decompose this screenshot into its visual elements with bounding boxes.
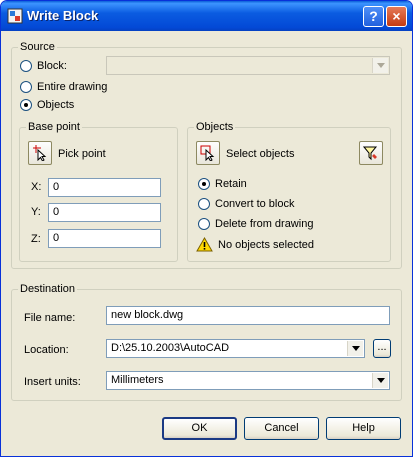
x-value: 0	[53, 181, 60, 193]
base-point-group: Base point Pick point X: 0 Y: 0 Z: 0	[19, 121, 178, 262]
objects-group: Objects Select objects Retain Convert to…	[187, 121, 391, 262]
radio-objects-circle[interactable]	[20, 99, 32, 111]
window-title: Write Block	[27, 8, 99, 23]
radio-entire-drawing[interactable]: Entire drawing	[20, 80, 140, 94]
x-input[interactable]: 0	[48, 178, 161, 197]
radio-convert-to-block-label: Convert to block	[215, 198, 295, 210]
browse-button[interactable]: ...	[373, 339, 391, 358]
destination-group: Destination File name: new block.dwg Loc…	[11, 283, 402, 401]
help-button[interactable]: Help	[326, 417, 401, 440]
pick-point-label: Pick point	[58, 148, 106, 160]
title-bar[interactable]: Write Block ? ×	[1, 1, 412, 31]
insert-units-dropdown-arrow-icon[interactable]	[372, 373, 388, 388]
source-group: Source Block: Entire drawing Objects Bas…	[11, 41, 402, 269]
quick-select-filter-icon	[363, 146, 378, 161]
z-value: 0	[53, 232, 60, 244]
help-icon[interactable]: ?	[363, 6, 384, 27]
app-icon	[7, 8, 23, 24]
insert-units-value: Millimeters	[111, 374, 164, 386]
radio-block-circle[interactable]	[20, 60, 32, 72]
location-label: Location:	[24, 344, 69, 356]
select-objects-button[interactable]	[196, 141, 220, 165]
quick-select-button[interactable]	[359, 141, 383, 165]
radio-block-label: Block:	[37, 60, 67, 72]
radio-objects[interactable]: Objects	[20, 98, 110, 112]
z-input[interactable]: 0	[48, 229, 161, 248]
radio-block[interactable]: Block:	[20, 59, 100, 73]
file-name-input[interactable]: new block.dwg	[106, 306, 390, 325]
z-label: Z:	[31, 233, 41, 245]
warning-icon	[196, 237, 213, 252]
y-label: Y:	[31, 206, 41, 218]
base-point-legend: Base point	[26, 121, 82, 133]
radio-delete-from-drawing-circle[interactable]	[198, 218, 210, 230]
cancel-button[interactable]: Cancel	[244, 417, 319, 440]
file-name-label: File name:	[24, 312, 76, 324]
select-objects-label: Select objects	[226, 148, 295, 160]
ok-button[interactable]: OK	[162, 417, 237, 440]
radio-retain[interactable]: Retain	[198, 177, 288, 191]
file-name-value: new block.dwg	[111, 309, 184, 321]
block-combo	[106, 56, 390, 75]
location-combo[interactable]: D:\25.10.2003\AutoCAD	[106, 339, 365, 358]
insert-units-combo[interactable]: Millimeters	[106, 371, 390, 390]
x-label: X:	[31, 181, 42, 193]
select-objects-icon	[200, 145, 215, 161]
objects-status: No objects selected	[218, 239, 314, 251]
block-combo-arrow-icon	[372, 58, 388, 73]
pick-point-button[interactable]	[28, 141, 52, 165]
objects-legend: Objects	[194, 121, 236, 133]
radio-retain-circle[interactable]	[198, 178, 210, 190]
source-legend: Source	[18, 41, 57, 53]
radio-delete-from-drawing[interactable]: Delete from drawing	[198, 217, 338, 231]
destination-legend: Destination	[18, 283, 78, 295]
location-dropdown-arrow-icon[interactable]	[347, 341, 363, 356]
pick-point-icon	[33, 145, 47, 161]
radio-entire-drawing-circle[interactable]	[20, 81, 32, 93]
insert-units-label: Insert units:	[24, 376, 81, 388]
close-icon[interactable]: ×	[386, 6, 407, 27]
radio-convert-to-block-circle[interactable]	[198, 198, 210, 210]
y-input[interactable]: 0	[48, 203, 161, 222]
radio-retain-label: Retain	[215, 178, 247, 190]
radio-convert-to-block[interactable]: Convert to block	[198, 197, 328, 211]
write-block-dialog: Write Block ? × Source Block: Entire dra…	[0, 0, 413, 457]
location-value: D:\25.10.2003\AutoCAD	[111, 342, 230, 354]
y-value: 0	[53, 206, 60, 218]
radio-delete-from-drawing-label: Delete from drawing	[215, 218, 314, 230]
radio-objects-label: Objects	[37, 99, 75, 111]
radio-entire-drawing-label: Entire drawing	[37, 81, 108, 93]
